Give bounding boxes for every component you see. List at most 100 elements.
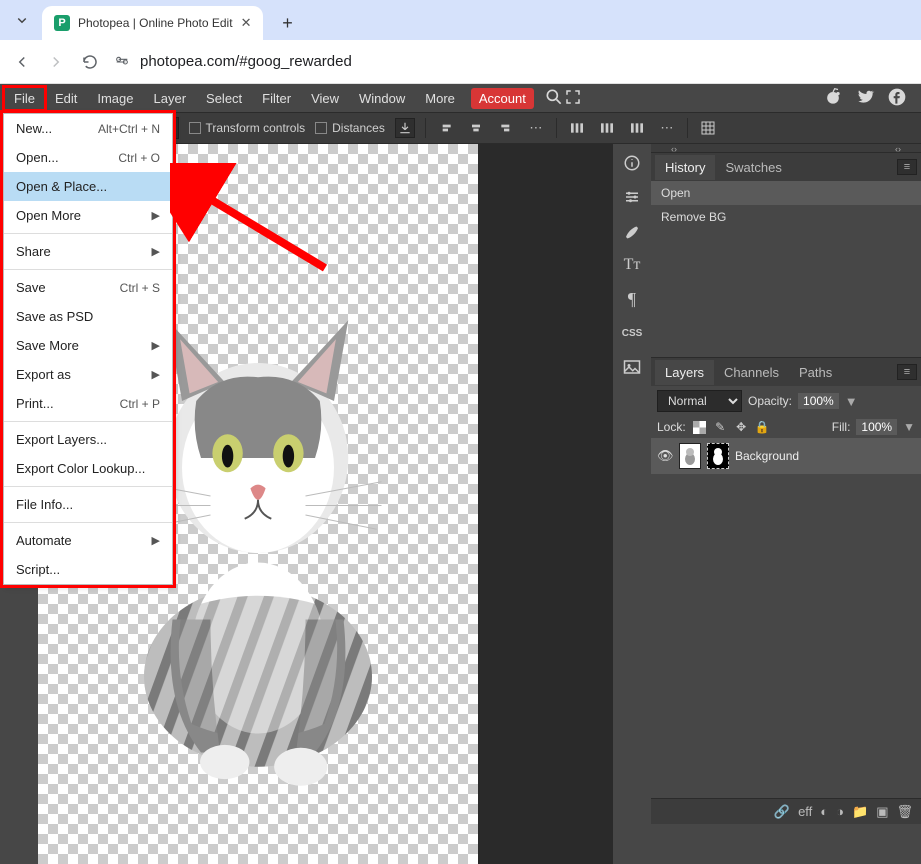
- align-center-h-icon[interactable]: [466, 118, 486, 138]
- link-layers-icon[interactable]: 🔗: [774, 804, 790, 820]
- layer-effects-icon[interactable]: eff: [798, 804, 812, 819]
- align-left-icon[interactable]: [436, 118, 456, 138]
- blend-mode-select[interactable]: Normal: [657, 390, 742, 412]
- distribute-left-icon[interactable]: [567, 118, 587, 138]
- forward-button[interactable]: [46, 52, 66, 72]
- new-group-icon[interactable]: 📁: [852, 804, 868, 820]
- layer-mask-icon[interactable]: ◐: [820, 804, 828, 819]
- fill-value[interactable]: 100%: [856, 419, 897, 435]
- menuitem-print[interactable]: Print...Ctrl + P: [4, 389, 172, 418]
- opacity-dropdown-icon[interactable]: ▼: [845, 394, 858, 409]
- address-bar: photopea.com/#goog_rewarded: [0, 40, 921, 84]
- menuitem-script[interactable]: Script...: [4, 555, 172, 584]
- more-distribute-icon[interactable]: ⋯: [657, 118, 677, 138]
- facebook-icon[interactable]: [887, 87, 907, 110]
- menuitem-open-place[interactable]: Open & Place...: [4, 172, 172, 201]
- back-button[interactable]: [12, 52, 32, 72]
- tab-history[interactable]: History: [655, 155, 715, 180]
- adjustment-layer-icon[interactable]: ◑: [836, 804, 844, 819]
- menuitem-export-color-lookup[interactable]: Export Color Lookup...: [4, 454, 172, 483]
- menu-filter[interactable]: Filter: [252, 87, 301, 110]
- menuitem-save[interactable]: SaveCtrl + S: [4, 273, 172, 302]
- menuitem-open[interactable]: Open...Ctrl + O: [4, 143, 172, 172]
- menubar-social: [823, 87, 917, 110]
- lock-label: Lock:: [657, 420, 686, 434]
- fill-dropdown-icon[interactable]: ▼: [903, 420, 915, 434]
- menuitem-new[interactable]: New...Alt+Ctrl + N: [4, 114, 172, 143]
- character-panel-icon[interactable]: Tт: [619, 252, 645, 278]
- menuitem-open-more[interactable]: Open More▶: [4, 201, 172, 230]
- grid-icon[interactable]: [698, 118, 718, 138]
- layers-panel-menu[interactable]: ≡: [897, 364, 917, 380]
- distribute-right-icon[interactable]: [627, 118, 647, 138]
- menu-account[interactable]: Account: [471, 88, 534, 109]
- history-panel-menu[interactable]: ≡: [897, 159, 917, 175]
- menu-window[interactable]: Window: [349, 87, 415, 110]
- history-entry[interactable]: Remove BG: [651, 205, 921, 229]
- lock-all-icon[interactable]: 🔒: [755, 420, 770, 435]
- download-icon[interactable]: [395, 118, 415, 138]
- menuitem-file-info[interactable]: File Info...: [4, 490, 172, 519]
- image-panel-icon[interactable]: [619, 354, 645, 380]
- tab-paths[interactable]: Paths: [789, 360, 842, 385]
- menuitem-save-psd[interactable]: Save as PSD: [4, 302, 172, 331]
- layer-row[interactable]: 👁 Background: [651, 438, 921, 474]
- visibility-icon[interactable]: 👁: [657, 448, 673, 464]
- reddit-icon[interactable]: [823, 87, 843, 110]
- tab-swatches[interactable]: Swatches: [715, 155, 791, 180]
- opacity-value[interactable]: 100%: [798, 393, 839, 409]
- menu-image[interactable]: Image: [87, 87, 143, 110]
- lock-transparency-icon[interactable]: [692, 420, 707, 435]
- distribute-center-icon[interactable]: [597, 118, 617, 138]
- new-tab-button[interactable]: +: [273, 9, 301, 37]
- menuitem-automate[interactable]: Automate▶: [4, 526, 172, 555]
- layer-name: Background: [735, 449, 799, 463]
- twitter-icon[interactable]: [855, 87, 875, 110]
- search-icon[interactable]: [544, 87, 564, 110]
- menuitem-save-more[interactable]: Save More▶: [4, 331, 172, 360]
- layer-mask-thumb[interactable]: [707, 443, 729, 469]
- menu-select[interactable]: Select: [196, 87, 252, 110]
- menu-layer[interactable]: Layer: [144, 87, 197, 110]
- url-text: photopea.com/#goog_rewarded: [140, 53, 352, 70]
- reload-button[interactable]: [80, 52, 100, 72]
- fullscreen-icon[interactable]: [564, 88, 582, 109]
- new-layer-icon[interactable]: ▣: [876, 804, 888, 820]
- layers-list: 👁 Background: [651, 438, 921, 798]
- history-entry[interactable]: Open: [651, 181, 921, 205]
- transform-controls-checkbox[interactable]: Transform controls: [189, 121, 306, 135]
- css-panel-icon[interactable]: CSS: [619, 320, 645, 346]
- close-icon[interactable]: ✕: [241, 15, 252, 31]
- menu-file[interactable]: File: [4, 87, 45, 110]
- arrow-right-icon: [47, 53, 65, 71]
- lock-move-icon[interactable]: ✥: [734, 420, 749, 435]
- url-region[interactable]: photopea.com/#goog_rewarded: [114, 52, 909, 71]
- right-panels: ‹›‹› History Swatches ≡ Open Remove BG L…: [651, 144, 921, 864]
- menuitem-share[interactable]: Share▶: [4, 237, 172, 266]
- browser-chrome: P Photopea | Online Photo Edit ✕ + photo…: [0, 0, 921, 84]
- site-settings-icon[interactable]: [114, 52, 130, 71]
- menu-more[interactable]: More: [415, 87, 465, 110]
- browser-tab[interactable]: P Photopea | Online Photo Edit ✕: [42, 6, 263, 40]
- align-right-icon[interactable]: [496, 118, 516, 138]
- tabs-dropdown-button[interactable]: [8, 6, 36, 34]
- lock-paint-icon[interactable]: ✎: [713, 420, 728, 435]
- chevron-down-icon: [13, 11, 31, 29]
- tab-channels[interactable]: Channels: [714, 360, 789, 385]
- delete-layer-icon[interactable]: 🗑: [896, 804, 913, 820]
- info-panel-icon[interactable]: [619, 150, 645, 176]
- tab-bar: P Photopea | Online Photo Edit ✕ +: [0, 0, 921, 40]
- menu-view[interactable]: View: [301, 87, 349, 110]
- menuitem-export-as[interactable]: Export as▶: [4, 360, 172, 389]
- menuitem-export-layers[interactable]: Export Layers...: [4, 425, 172, 454]
- tab-layers[interactable]: Layers: [655, 360, 714, 385]
- right-rail: Tт ¶ CSS: [613, 144, 651, 864]
- file-menu-dropdown: New...Alt+Ctrl + N Open...Ctrl + O Open …: [3, 113, 173, 585]
- brush-panel-icon[interactable]: [619, 218, 645, 244]
- paragraph-panel-icon[interactable]: ¶: [619, 286, 645, 312]
- adjustments-panel-icon[interactable]: [619, 184, 645, 210]
- menu-edit[interactable]: Edit: [45, 87, 87, 110]
- distances-checkbox[interactable]: Distances: [315, 121, 385, 135]
- layer-thumb[interactable]: [679, 443, 701, 469]
- more-align-icon[interactable]: ⋯: [526, 118, 546, 138]
